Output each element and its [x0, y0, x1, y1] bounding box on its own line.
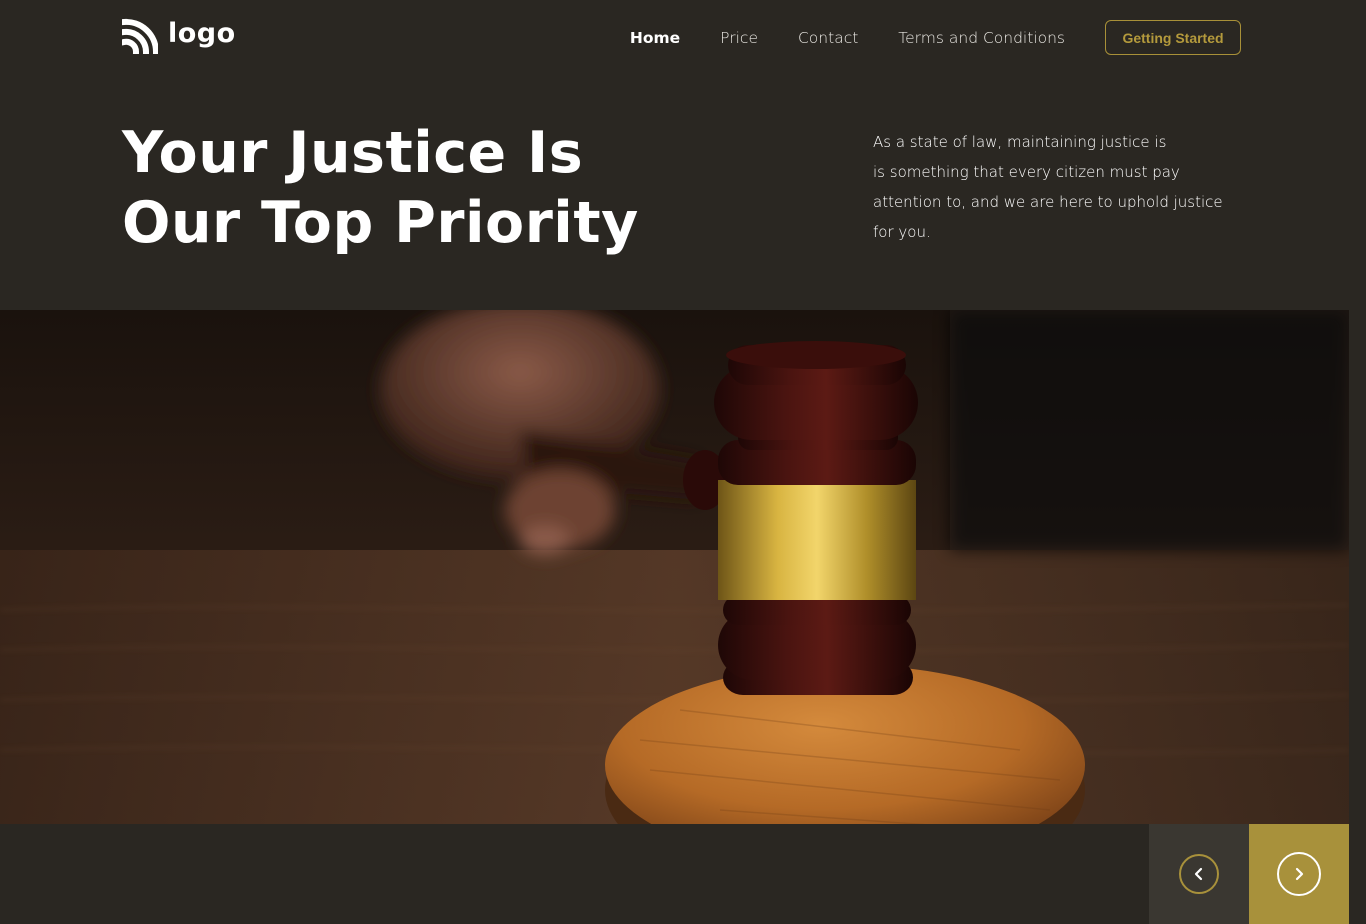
chevron-left-icon: [1194, 867, 1203, 881]
page: logo Home Price Contact Terms and Condit…: [0, 0, 1366, 924]
hero-description-line-2: is something that every citizen must pay: [873, 163, 1180, 181]
hero-image-gavel: [0, 310, 1349, 824]
hero-title-line-1: Your Justice Is: [122, 120, 584, 186]
nav-item-price[interactable]: Price: [720, 28, 758, 48]
nav-item-contact[interactable]: Contact: [798, 28, 858, 48]
nav-item-home[interactable]: Home: [630, 28, 680, 48]
slider-prev-circle: [1179, 854, 1219, 894]
main-nav: Home Price Contact Terms and Conditions: [630, 28, 1065, 48]
hero-title-line-2: Our Top Priority: [122, 190, 639, 256]
hero-description-line-1: As a state of law, maintaining justice i…: [873, 133, 1167, 151]
signal-arcs-icon: [122, 18, 158, 54]
getting-started-button[interactable]: Getting Started: [1105, 20, 1241, 55]
scrollbar-track[interactable]: [1349, 0, 1366, 924]
hero-description: As a state of law, maintaining justice i…: [873, 127, 1253, 247]
slider-prev-button[interactable]: [1149, 824, 1249, 924]
hero-description-line-3: attention to, and we are here to uphold …: [873, 193, 1223, 211]
hero-description-line-4: for you.: [873, 223, 931, 241]
hero-title: Your Justice Is Our Top Priority: [122, 118, 682, 258]
chevron-right-icon: [1295, 867, 1304, 881]
nav-item-terms[interactable]: Terms and Conditions: [898, 28, 1065, 48]
slider-next-button[interactable]: [1249, 824, 1349, 924]
logo-text: logo: [168, 18, 236, 49]
logo-link[interactable]: logo: [122, 18, 236, 54]
slider-next-circle: [1277, 852, 1321, 896]
